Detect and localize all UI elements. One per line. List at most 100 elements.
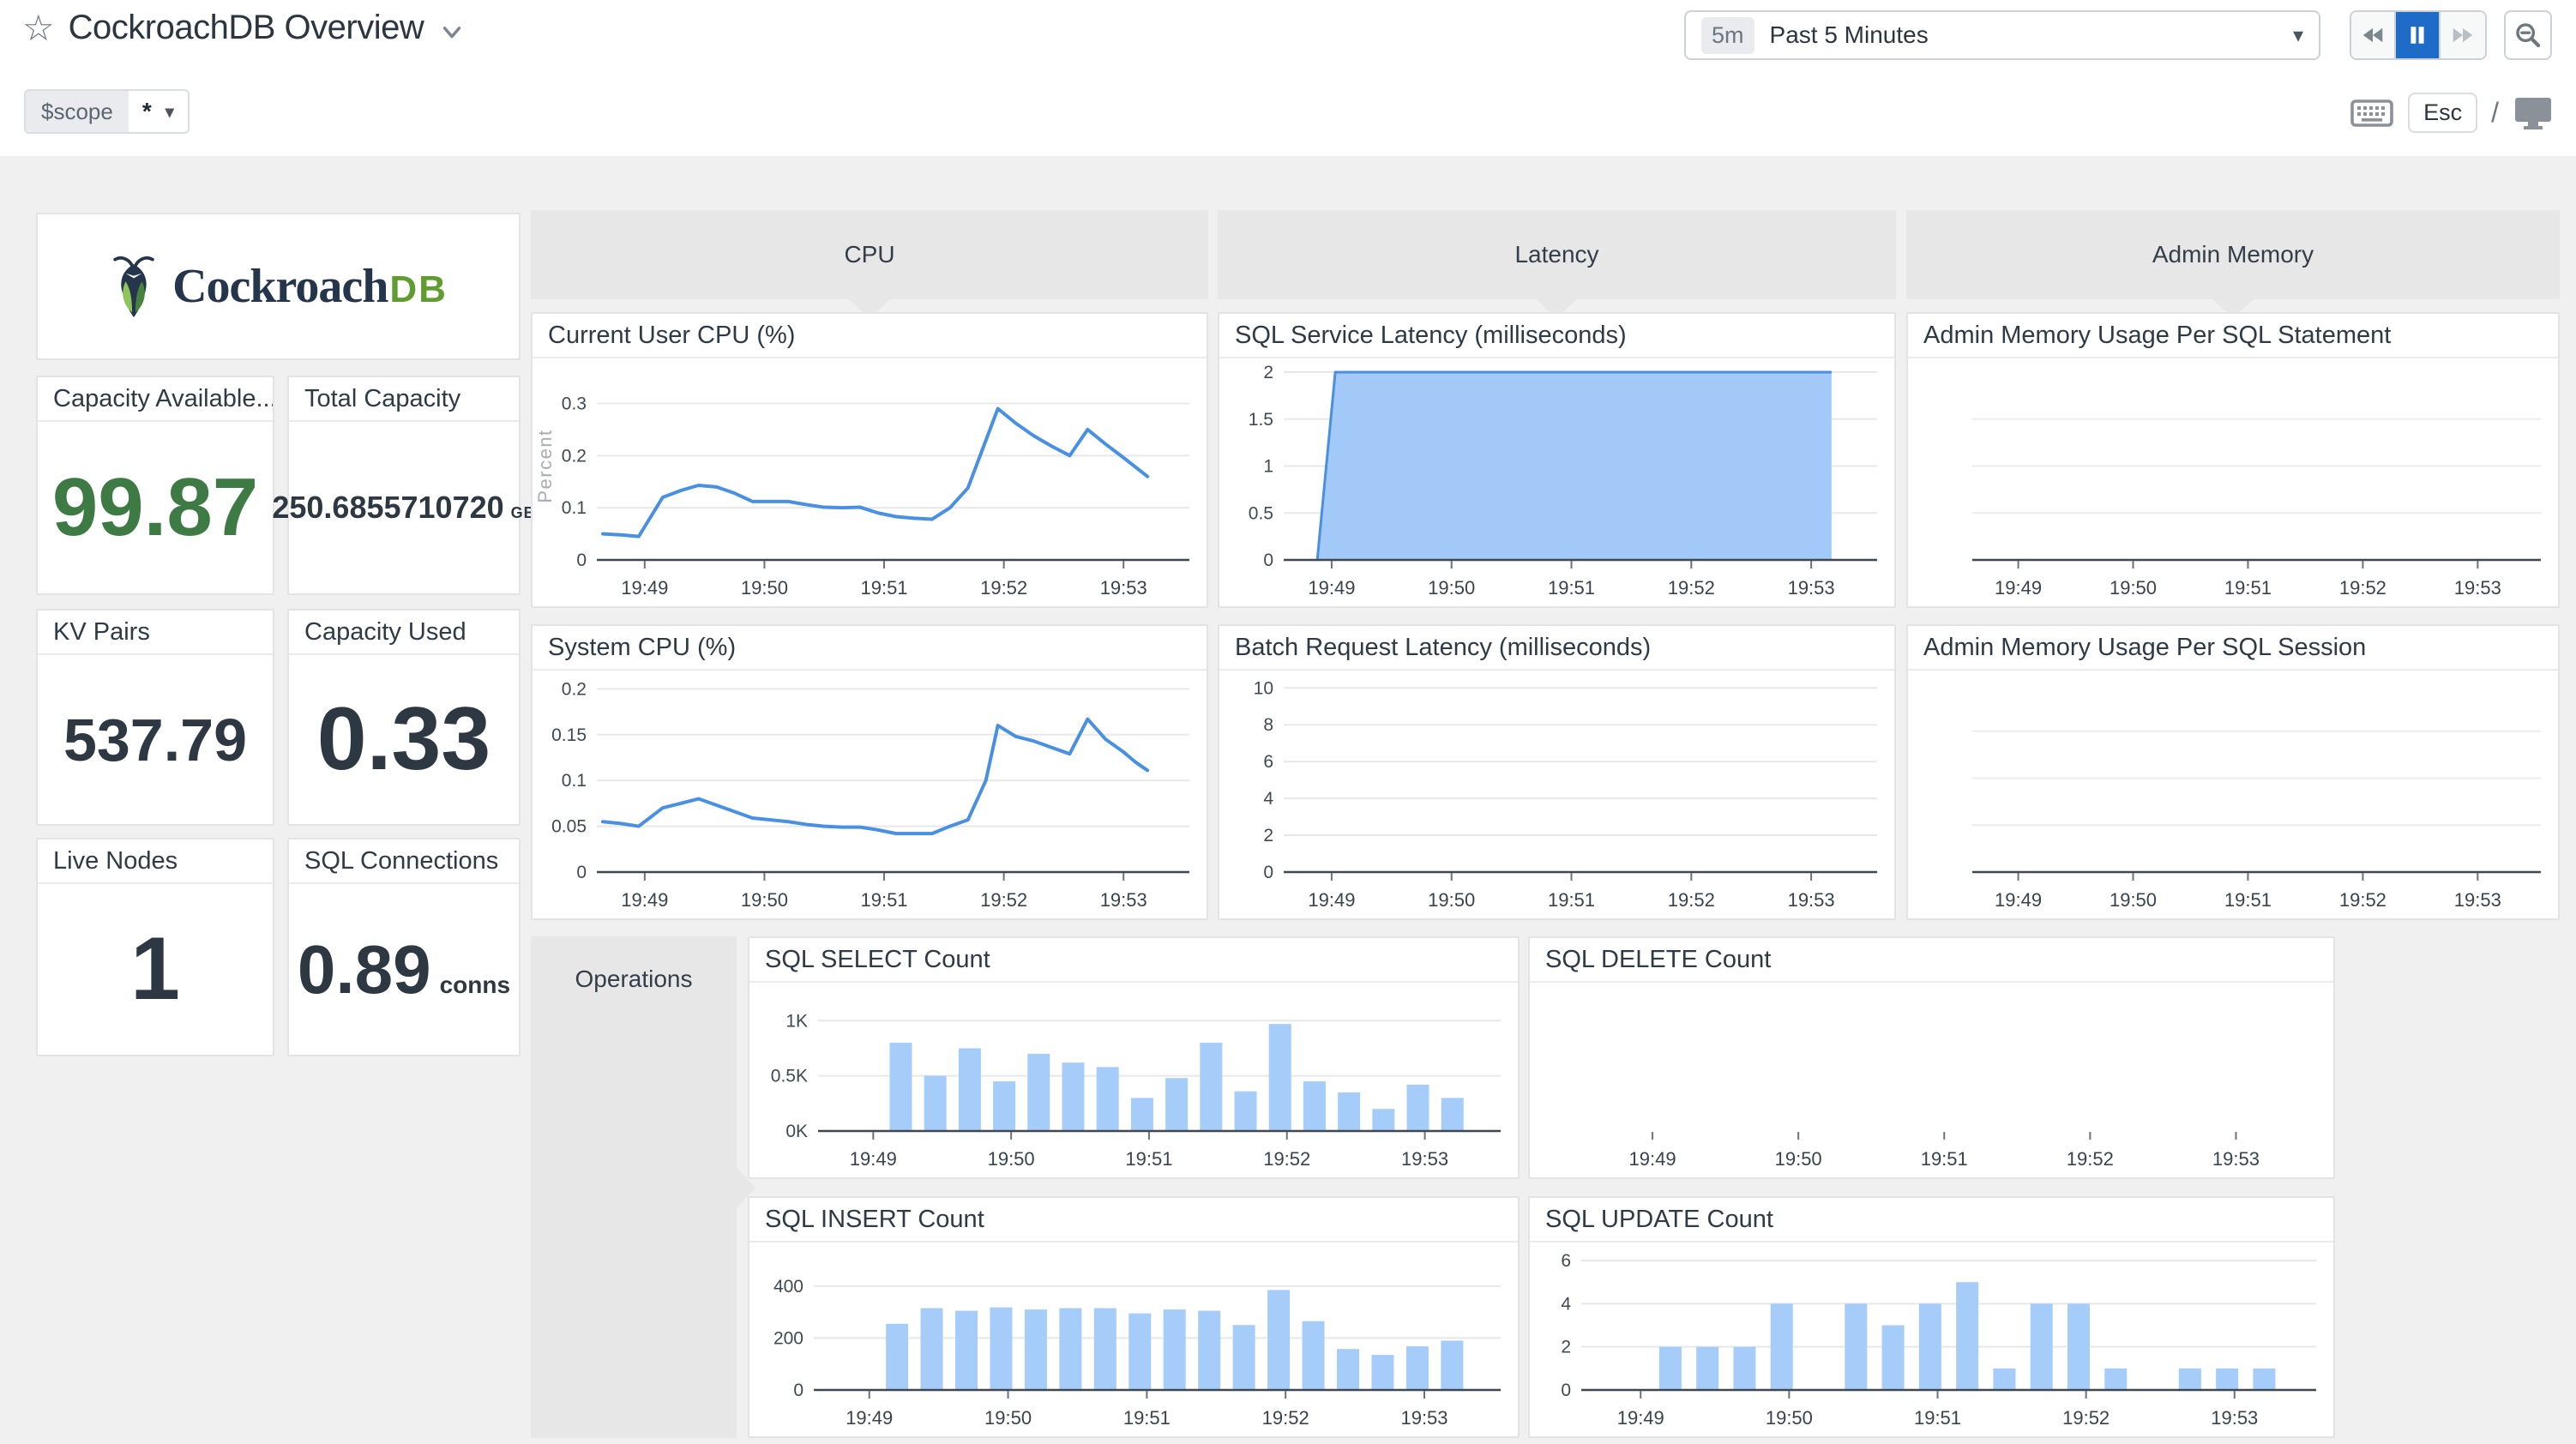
svg-text:0.1: 0.1 <box>562 498 587 518</box>
stat-card-live-nodes[interactable]: Live Nodes 1 <box>36 838 274 1056</box>
chevron-down-icon[interactable] <box>437 17 466 46</box>
favorite-star-icon[interactable]: ☆ <box>22 9 55 46</box>
chart-card-system-cpu[interactable]: System CPU (%) 0 0.05 0.1 0.15 0.2 19:49 19:50… <box>531 624 1208 920</box>
svg-text:19:49: 19:49 <box>1308 577 1355 599</box>
svg-text:400: 400 <box>773 1277 803 1297</box>
stat-card-capacity-used[interactable]: Capacity Used 0.33 <box>287 609 521 826</box>
svg-text:6: 6 <box>1561 1251 1571 1271</box>
group-header-cpu[interactable]: CPU <box>531 210 1208 299</box>
svg-text:0.3: 0.3 <box>562 394 587 414</box>
svg-text:0: 0 <box>576 551 587 570</box>
group-label: Operations <box>575 966 693 992</box>
svg-text:8: 8 <box>1263 715 1273 735</box>
svg-text:19:51: 19:51 <box>1548 577 1595 599</box>
svg-text:0: 0 <box>1263 863 1273 882</box>
chart-card-sql-insert-count[interactable]: SQL INSERT Count 0 200 400 19:49 19:50 19:51 1… <box>748 1196 1520 1438</box>
svg-text:19:53: 19:53 <box>2454 889 2501 911</box>
chart-card-admin-memory-session[interactable]: Admin Memory Usage Per SQL Session 19:49… <box>1906 624 2560 920</box>
group-header-operations[interactable]: Operations <box>531 936 737 1438</box>
chart-plot-current-user-cpu[interactable]: 0 0.1 0.2 0.3 Percent 19:49 19:50 19:51 19:52 19:… <box>533 358 1207 606</box>
svg-text:19:52: 19:52 <box>2339 577 2386 599</box>
svg-text:19:50: 19:50 <box>984 1407 1032 1429</box>
svg-text:6: 6 <box>1263 752 1273 772</box>
chart-plot-sql-insert-count[interactable]: 0 200 400 19:49 19:50 19:51 19:52 19:53 <box>749 1242 1518 1436</box>
chart-plot-admin-memory-statement[interactable]: 19:49 19:50 19:51 19:52 19:53 <box>1908 358 2558 606</box>
stat-title: Total Capacity <box>289 377 519 422</box>
chart-plot-batch-request-latency[interactable]: 0 2 4 6 8 10 19:49 19:50 19:51 19:52 19:53 <box>1219 671 1894 918</box>
template-variable-scope[interactable]: $scope * ▾ <box>24 89 190 134</box>
chart-plot-sql-update-count[interactable]: 0 2 4 6 19:49 19:50 19:51 19:52 19:53 <box>1530 1242 2333 1436</box>
stat-card-total-capacity[interactable]: Total Capacity 250.6855710720 GB <box>272 376 535 595</box>
svg-text:19:51: 19:51 <box>2224 577 2272 599</box>
svg-text:19:51: 19:51 <box>1123 1407 1171 1429</box>
tv-mode-icon[interactable] <box>2513 94 2554 132</box>
chart-plot-sql-delete-count[interactable]: 19:49 19:50 19:51 19:52 19:53 <box>1530 983 2333 1177</box>
group-header-admin-memory[interactable]: Admin Memory <box>1906 210 2560 299</box>
chart-plot-sql-service-latency[interactable]: 0 0.5 1 1.5 2 19:49 19:50 19:51 19:52 19:53 <box>1219 358 1894 606</box>
chart-card-sql-delete-count[interactable]: SQL DELETE Count 19:49 19:50 19:51 19:52 19:… <box>1528 936 2335 1179</box>
svg-text:19:50: 19:50 <box>2110 577 2157 599</box>
chart-card-current-user-cpu[interactable]: Current User CPU (%) 0 0.1 0.2 0.3 Percent 19… <box>531 312 1208 608</box>
stat-card-kv-pairs[interactable]: KV Pairs 537.79 <box>36 609 274 826</box>
svg-text:19:50: 19:50 <box>741 889 788 911</box>
stat-value: 537.79 <box>63 706 248 773</box>
stat-card-capacity-available[interactable]: Capacity Available... 99.87 <box>36 376 274 595</box>
chart-card-sql-select-count[interactable]: SQL SELECT Count 0K 0.5K 1K 19:49 19:50 19:51… <box>748 936 1520 1179</box>
svg-text:19:52: 19:52 <box>1668 577 1715 599</box>
chart-card-admin-memory-statement[interactable]: Admin Memory Usage Per SQL Statement 19:… <box>1906 312 2560 608</box>
caret-down-icon: ▾ <box>2292 23 2303 47</box>
svg-text:19:50: 19:50 <box>988 1148 1035 1170</box>
chart-card-sql-service-latency[interactable]: SQL Service Latency (milliseconds) 0 0.5 1… <box>1218 312 1896 608</box>
logo-suffix: DB <box>389 268 448 310</box>
svg-text:0K: 0K <box>785 1122 808 1141</box>
chart-title: Batch Request Latency (milliseconds) <box>1219 626 1894 671</box>
svg-text:0.05: 0.05 <box>551 817 587 837</box>
svg-text:4: 4 <box>1561 1294 1571 1314</box>
cockroach-bug-icon <box>113 256 154 318</box>
svg-text:19:49: 19:49 <box>1629 1148 1676 1170</box>
svg-text:19:50: 19:50 <box>741 577 788 599</box>
cockroachdb-overview-dashboard: ☆ CockroachDB Overview 5m Past 5 Minutes… <box>0 0 2576 1444</box>
group-label: CPU <box>844 241 895 268</box>
svg-text:0.2: 0.2 <box>562 446 587 466</box>
fast-forward-icon <box>2453 27 2473 43</box>
slash-separator: / <box>2491 97 2499 128</box>
svg-text:19:49: 19:49 <box>1308 889 1355 911</box>
svg-text:0.5K: 0.5K <box>771 1067 808 1086</box>
chart-plot-admin-memory-session[interactable]: 19:49 19:50 19:51 19:52 19:53 <box>1908 671 2558 918</box>
chart-title: SQL INSERT Count <box>749 1198 1518 1242</box>
svg-text:2: 2 <box>1561 1338 1571 1357</box>
page-title: CockroachDB Overview <box>68 9 424 46</box>
svg-text:19:51: 19:51 <box>860 577 907 599</box>
pause-button[interactable] <box>2396 12 2441 58</box>
stat-value: 0.89 <box>297 930 431 1008</box>
svg-text:19:53: 19:53 <box>1401 1148 1448 1170</box>
chart-title: Admin Memory Usage Per SQL Session <box>1908 626 2558 671</box>
rewind-button[interactable] <box>2351 12 2396 58</box>
svg-text:0.2: 0.2 <box>562 679 587 699</box>
time-range-select[interactable]: 5m Past 5 Minutes ▾ <box>1684 10 2320 60</box>
svg-text:19:50: 19:50 <box>1775 1148 1822 1170</box>
caret-down-icon: ▾ <box>165 102 174 122</box>
svg-text:19:50: 19:50 <box>2110 889 2157 911</box>
svg-text:19:50: 19:50 <box>1766 1407 1813 1429</box>
svg-text:1: 1 <box>1263 457 1273 477</box>
zoom-out-button[interactable] <box>2504 10 2552 60</box>
keyboard-shortcuts-icon[interactable] <box>2350 96 2394 130</box>
svg-text:4: 4 <box>1263 789 1273 809</box>
chart-card-sql-update-count[interactable]: SQL UPDATE Count 0 2 4 6 19:49 19:50 19:51 19:5… <box>1528 1196 2335 1438</box>
svg-text:0: 0 <box>1263 551 1273 570</box>
chart-card-batch-request-latency[interactable]: Batch Request Latency (milliseconds) 0 2 4… <box>1218 624 1896 920</box>
chart-plot-system-cpu[interactable]: 0 0.05 0.1 0.15 0.2 19:49 19:50 19:51 19:52 19:53 <box>533 671 1207 918</box>
group-label: Latency <box>1514 241 1599 268</box>
svg-text:19:49: 19:49 <box>621 889 668 911</box>
stat-card-sql-connections[interactable]: SQL Connections 0.89 conns <box>287 838 521 1056</box>
svg-text:19:52: 19:52 <box>980 577 1027 599</box>
group-header-latency[interactable]: Latency <box>1218 210 1896 299</box>
scope-selected: * <box>141 98 152 124</box>
stat-title: Capacity Used <box>289 611 519 655</box>
svg-text:19:53: 19:53 <box>1788 577 1835 599</box>
logo-card[interactable]: CockroachDB <box>36 213 521 360</box>
fast-forward-button[interactable] <box>2441 12 2485 58</box>
chart-plot-sql-select-count[interactable]: 0K 0.5K 1K 19:49 19:50 19:51 19:52 19:53 <box>749 983 1518 1177</box>
